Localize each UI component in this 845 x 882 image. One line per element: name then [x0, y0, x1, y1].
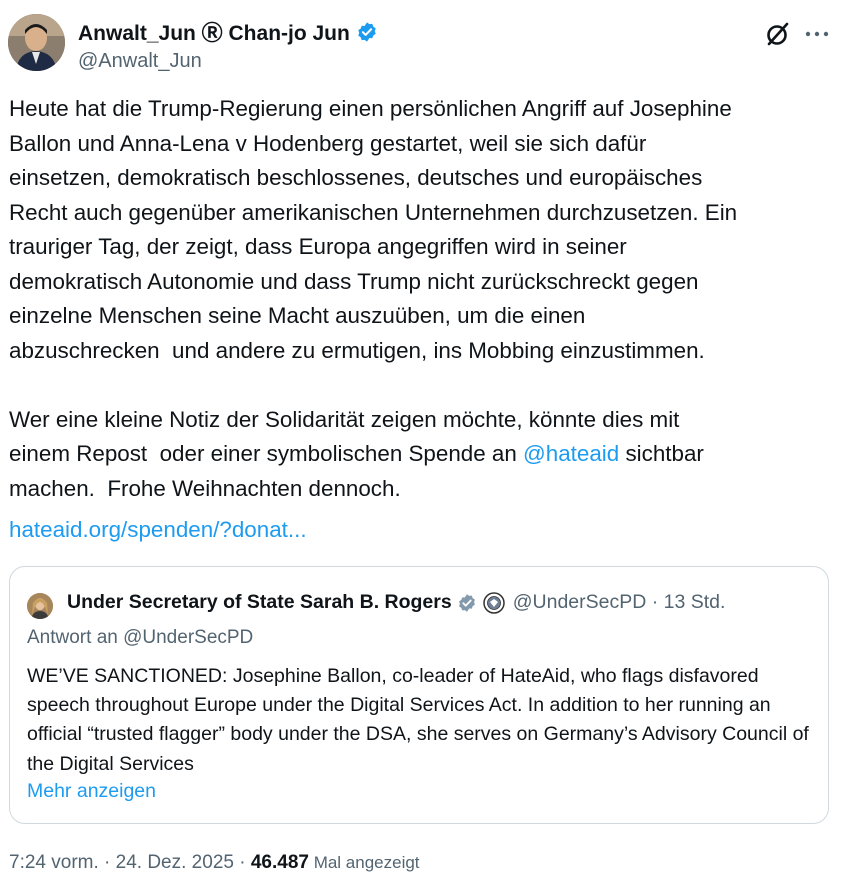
- show-more-link[interactable]: Mehr anzeigen: [27, 780, 156, 803]
- timestamp[interactable]: 7:24 vorm. · 24. Dez. 2025 ·: [9, 852, 251, 873]
- quote-profile-photo: [27, 593, 53, 619]
- view-count: 46.487: [250, 852, 309, 873]
- quote-display-name[interactable]: Under Secretary of State Sarah B. Rogers: [67, 591, 452, 614]
- author-display-name[interactable]: Anwalt_Jun Ⓡ Chan-jo Jun: [78, 17, 350, 47]
- quote-text: WE’VE SANCTIONED: Josephine Ballon, co-l…: [27, 665, 809, 775]
- grok-icon[interactable]: [764, 20, 792, 48]
- donation-link[interactable]: hateaid.org/spenden/?donat...: [9, 513, 307, 548]
- reply-to-label: Antwort an @UnderSecPD: [27, 627, 254, 648]
- quote-avatar[interactable]: [27, 593, 53, 619]
- avatar[interactable]: [8, 14, 65, 71]
- quoted-tweet[interactable]: Under Secretary of State Sarah B. Rogers…: [9, 566, 829, 824]
- tweet-paragraph-1: Heute hat die Trump-Regierung einen pers…: [9, 96, 738, 363]
- author-handle[interactable]: @Anwalt_Jun: [78, 50, 378, 73]
- views-label: Mal angezeigt: [308, 853, 420, 872]
- quote-handle-time[interactable]: @UnderSecPD · 13 Std.: [513, 591, 726, 614]
- state-department-seal-icon: [482, 591, 505, 614]
- tweet-meta: 7:24 vorm. · 24. Dez. 2025 · 46.487 Mal …: [9, 852, 420, 874]
- tweet-text: Heute hat die Trump-Regierung einen pers…: [9, 92, 839, 506]
- mention-link[interactable]: @hateaid: [523, 441, 619, 466]
- tweet-header: Anwalt_Jun Ⓡ Chan-jo Jun @Anwalt_Jun: [0, 0, 845, 90]
- verified-badge-icon: [358, 22, 376, 42]
- gray-verified-badge-icon: [458, 593, 475, 612]
- more-options-icon[interactable]: [805, 30, 829, 38]
- profile-photo: [8, 14, 65, 71]
